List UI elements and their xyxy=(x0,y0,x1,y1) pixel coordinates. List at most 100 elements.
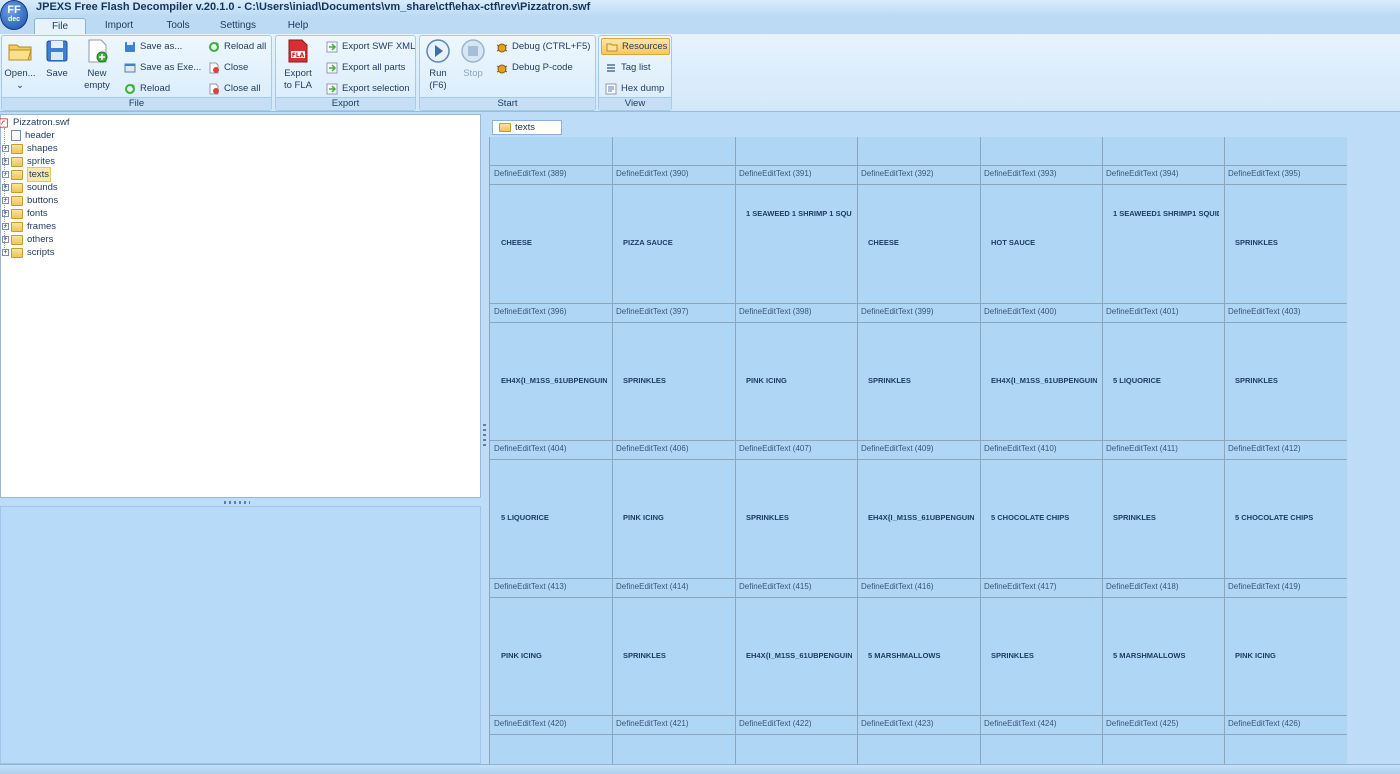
thumbnail-label[interactable]: DefineEditText (392) xyxy=(857,165,979,183)
thumbnail-text-preview[interactable]: CHEESE xyxy=(868,238,974,247)
thumbnail-label[interactable]: DefineEditText (425) xyxy=(1102,715,1224,733)
export-all-parts-button[interactable]: Export all parts xyxy=(326,59,405,76)
thumbnail-label[interactable]: DefineEditText (394) xyxy=(1102,165,1224,183)
debug-button[interactable]: Debug (CTRL+F5) xyxy=(496,38,590,55)
thumbnail-text-preview[interactable]: EH4X{I_M1SS_61UBPENGUIN xyxy=(868,513,974,522)
tree-item-header[interactable]: header xyxy=(11,129,55,142)
tree-item-fonts[interactable]: + fonts xyxy=(2,207,48,220)
thumbnail-text-preview[interactable]: SPRINKLES xyxy=(1235,238,1341,247)
tag-list-view-button[interactable]: Tag list xyxy=(605,59,651,76)
thumbnail-label[interactable]: DefineEditText (389) xyxy=(490,165,612,183)
reload-button[interactable]: Reload xyxy=(124,80,170,97)
hex-dump-view-button[interactable]: Hex dump xyxy=(605,80,664,97)
thumbnail-text-preview[interactable]: SPRINKLES xyxy=(1235,376,1341,385)
new-empty-button[interactable]: New empty xyxy=(80,38,114,92)
thumbnail-label[interactable]: DefineEditText (423) xyxy=(857,715,979,733)
tab-file[interactable]: File xyxy=(34,18,86,34)
thumbnail-label[interactable]: DefineEditText (422) xyxy=(735,715,857,733)
thumbnail-label[interactable]: DefineEditText (417) xyxy=(980,578,1102,596)
thumbnail-label[interactable]: DefineEditText (419) xyxy=(1224,578,1346,596)
app-logo-icon[interactable]: FF dec xyxy=(0,0,28,30)
thumbnail-text-preview[interactable]: PINK ICING xyxy=(1235,651,1341,660)
run-button[interactable]: Run (F6) xyxy=(423,38,453,92)
save-as-button[interactable]: Save as... xyxy=(124,38,182,55)
tree-item-frames[interactable]: + frames xyxy=(2,220,56,233)
resource-tree[interactable]: Pizzatron.swf header + shapes + sprites + text… xyxy=(0,114,481,498)
thumbnail-label[interactable]: DefineEditText (406) xyxy=(612,440,734,458)
thumbnail-text-preview[interactable]: CHEESE xyxy=(501,238,607,247)
thumbnail-text-preview[interactable]: SPRINKLES xyxy=(746,513,852,522)
thumbnail-text-preview[interactable]: 5 MARSHMALLOWS xyxy=(868,651,974,660)
thumbnail-label[interactable]: DefineEditText (412) xyxy=(1224,440,1346,458)
tree-item-others[interactable]: + others xyxy=(2,233,53,246)
resources-view-button[interactable]: Resources xyxy=(601,38,670,55)
tree-item-sounds[interactable]: + sounds xyxy=(2,181,58,194)
thumbnail-text-preview[interactable]: EH4X{I_M1SS_61UBPENGUIN xyxy=(501,376,607,385)
thumbnail-label[interactable]: DefineEditText (400) xyxy=(980,303,1102,321)
vertical-splitter[interactable] xyxy=(481,114,489,764)
save-as-exe-button[interactable]: Save as Exe... xyxy=(124,59,201,76)
thumbnail-text-preview[interactable]: 1 SEAWEED1 SHRIMP1 SQUID xyxy=(1113,209,1219,218)
folder-breadcrumb-texts[interactable]: texts xyxy=(492,120,562,135)
tree-item-shapes[interactable]: + shapes xyxy=(2,142,58,155)
thumbnail-label[interactable]: DefineEditText (393) xyxy=(980,165,1102,183)
thumbnail-text-preview[interactable]: HOT SAUCE xyxy=(991,238,1097,247)
thumbnail-label[interactable]: DefineEditText (413) xyxy=(490,578,612,596)
tab-settings[interactable]: Settings xyxy=(210,18,266,34)
tree-item-texts[interactable]: + texts xyxy=(2,167,52,182)
stop-button[interactable]: Stop xyxy=(458,38,488,80)
thumbnail-label[interactable]: DefineEditText (403) xyxy=(1224,303,1346,321)
close-all-button[interactable]: Close all xyxy=(208,80,260,97)
tab-help[interactable]: Help xyxy=(274,18,322,34)
export-swf-xml-button[interactable]: Export SWF XML xyxy=(326,38,415,55)
thumbnail-label[interactable]: DefineEditText (399) xyxy=(857,303,979,321)
open-button[interactable]: Open... ⌄ xyxy=(3,38,37,92)
tree-item-buttons[interactable]: + buttons xyxy=(2,194,58,207)
debug-pcode-button[interactable]: Debug P-code xyxy=(496,59,573,76)
thumbnail-text-preview[interactable]: PINK ICING xyxy=(623,513,729,522)
thumbnail-label[interactable]: DefineEditText (396) xyxy=(490,303,612,321)
tree-item-scripts[interactable]: + scripts xyxy=(2,246,54,259)
thumbnail-label[interactable]: DefineEditText (407) xyxy=(735,440,857,458)
thumbnail-text-preview[interactable]: SPRINKLES xyxy=(623,651,729,660)
tab-import[interactable]: Import xyxy=(93,18,145,34)
thumbnail-label[interactable]: DefineEditText (415) xyxy=(735,578,857,596)
thumbnail-label[interactable]: DefineEditText (421) xyxy=(612,715,734,733)
thumbnail-text-preview[interactable]: EH4X{I_M1SS_61UBPENGUIN xyxy=(991,376,1097,385)
thumbnail-label[interactable]: DefineEditText (397) xyxy=(612,303,734,321)
thumbnail-text-preview[interactable]: PINK ICING xyxy=(501,651,607,660)
thumbnail-label[interactable]: DefineEditText (418) xyxy=(1102,578,1224,596)
export-fla-button[interactable]: FLA Export to FLA xyxy=(282,38,314,92)
thumbnail-text-preview[interactable]: 5 LIQUORICE xyxy=(1113,376,1219,385)
thumbnail-text-preview[interactable]: SPRINKLES xyxy=(991,651,1097,660)
thumbnail-text-preview[interactable]: SPRINKLES xyxy=(868,376,974,385)
thumbnail-label[interactable]: DefineEditText (398) xyxy=(735,303,857,321)
thumbnail-label[interactable]: DefineEditText (414) xyxy=(612,578,734,596)
thumbnail-text-preview[interactable]: 5 MARSHMALLOWS xyxy=(1113,651,1219,660)
reload-all-button[interactable]: Reload all xyxy=(208,38,266,55)
export-selection-button[interactable]: Export selection xyxy=(326,80,410,97)
save-button[interactable]: Save xyxy=(42,38,72,80)
thumbnail-label[interactable]: DefineEditText (426) xyxy=(1224,715,1346,733)
thumbnail-label[interactable]: DefineEditText (420) xyxy=(490,715,612,733)
thumbnail-label[interactable]: DefineEditText (401) xyxy=(1102,303,1224,321)
thumbnail-text-preview[interactable]: 1 SEAWEED 1 SHRIMP 1 SQUI xyxy=(746,209,852,218)
thumbnail-label[interactable]: DefineEditText (416) xyxy=(857,578,979,596)
thumbnail-text-preview[interactable]: 5 CHOCOLATE CHIPS xyxy=(991,513,1097,522)
thumbnail-text-preview[interactable]: SPRINKLES xyxy=(623,376,729,385)
thumbnail-label[interactable]: DefineEditText (424) xyxy=(980,715,1102,733)
thumbnail-label[interactable]: DefineEditText (410) xyxy=(980,440,1102,458)
thumbnail-label[interactable]: DefineEditText (391) xyxy=(735,165,857,183)
thumbnail-label[interactable]: DefineEditText (404) xyxy=(490,440,612,458)
thumbnail-label[interactable]: DefineEditText (390) xyxy=(612,165,734,183)
thumbnail-label[interactable]: DefineEditText (411) xyxy=(1102,440,1224,458)
thumbnail-text-preview[interactable]: EH4X{I_M1SS_61UBPENGUIN xyxy=(746,651,852,660)
close-button[interactable]: Close xyxy=(208,59,248,76)
thumbnail-label[interactable]: DefineEditText (409) xyxy=(857,440,979,458)
tree-root-swf[interactable]: Pizzatron.swf xyxy=(0,116,70,129)
thumbnail-text-preview[interactable]: 5 LIQUORICE xyxy=(501,513,607,522)
thumbnail-text-preview[interactable]: PIZZA SAUCE xyxy=(623,238,729,247)
thumbnail-text-preview[interactable]: SPRINKLES xyxy=(1113,513,1219,522)
thumbnail-label[interactable]: DefineEditText (395) xyxy=(1224,165,1346,183)
tab-tools[interactable]: Tools xyxy=(152,18,204,34)
